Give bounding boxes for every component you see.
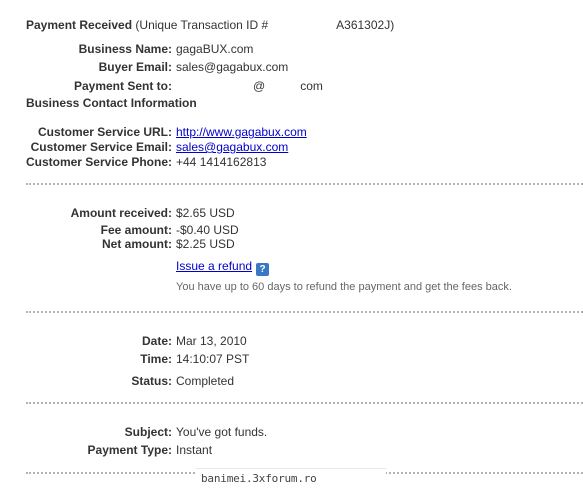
amount-received-label: Amount received: [70,206,172,220]
payment-sent-to-label: Payment Sent to: [73,79,172,93]
customer-service-phone-label: Customer Service Phone: [25,155,172,169]
subject-value: You've got funds. [176,425,268,439]
watermark-text: banimei.3xforum.ro [201,472,317,485]
net-amount-value: $2.25 USD [176,237,235,251]
transaction-id: A361302J) [336,18,395,32]
payment-type-label: Payment Type: [87,443,172,457]
fee-amount-label: Fee amount: [100,223,172,237]
payment-type-value: Instant [176,443,213,457]
customer-service-email-label: Customer Service Email: [30,140,172,154]
separator [26,402,583,404]
status-value: Completed [176,374,235,388]
transaction-label: (Unique Transaction ID # [135,18,269,32]
customer-service-email-link[interactable]: sales@gagabux.com [176,140,288,154]
sent-to-at: @ [253,79,266,93]
customer-service-url-link[interactable]: http://www.gagabux.com [176,125,307,139]
refund-note: You have up to 60 days to refund the pay… [176,281,512,293]
date-value: Mar 13, 2010 [176,334,247,348]
buyer-email-value: sales@gagabux.com [176,60,289,74]
business-name-value: gagaBUX.com [176,42,254,56]
customer-service-url-label: Customer Service URL: [37,125,172,139]
amount-received-value: $2.65 USD [176,206,235,220]
separator [26,311,583,313]
issue-refund-row: Issue a refund? [176,259,270,276]
time-value: 14:10:07 PST [176,352,250,366]
page-title: Payment Received [26,18,133,32]
sent-to-domain: com [300,79,323,93]
status-label: Status: [131,374,172,388]
date-label: Date: [141,334,172,348]
fee-amount-value: -$0.40 USD [176,223,239,237]
separator [26,183,583,185]
net-amount-label: Net amount: [102,237,172,251]
subject-label: Subject: [124,425,172,439]
customer-service-phone-value: +44 1414162813 [176,155,267,169]
payment-sent-to-value: @ com [176,79,323,93]
help-icon[interactable]: ? [256,263,270,276]
page-header: Payment Received (Unique Transaction ID … [26,18,394,32]
buyer-email-label: Buyer Email: [98,60,172,74]
contact-section-title: Business Contact Information [26,96,197,110]
time-label: Time: [140,352,172,366]
business-name-label: Business Name: [78,42,172,56]
issue-refund-link[interactable]: Issue a refund [176,259,252,273]
